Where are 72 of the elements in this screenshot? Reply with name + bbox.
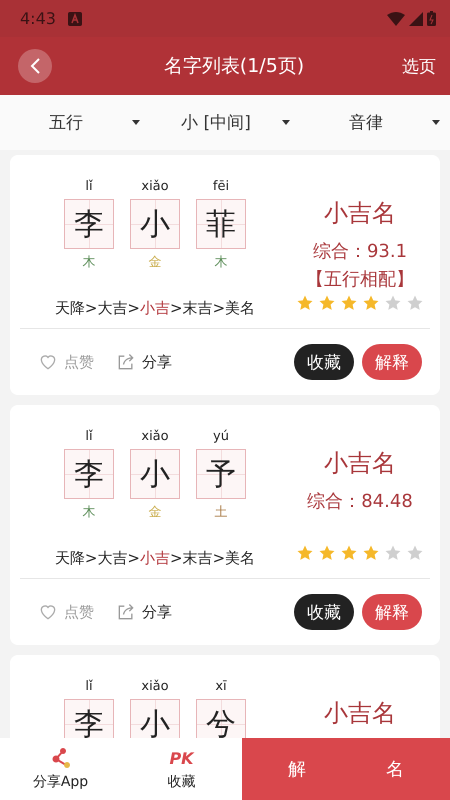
collect-button[interactable]: 收藏 (294, 594, 354, 630)
pinyin-label: yú (213, 429, 229, 446)
element-label: 木 (82, 254, 96, 271)
star-icon (318, 294, 336, 312)
wifi-icon (387, 12, 405, 26)
share-button[interactable]: 分享 (116, 602, 172, 622)
share-app-tab[interactable]: 分享App (0, 738, 121, 800)
grade-label: 小吉名 (324, 198, 396, 229)
star-icon (384, 294, 402, 312)
pinyin-label: lǐ (85, 429, 93, 446)
element-label: 土 (214, 504, 228, 521)
grade-label: 小吉名 (324, 448, 396, 479)
battery-icon (427, 11, 436, 26)
score-label: 综合：93.1 (312, 240, 408, 263)
explain-button[interactable]: 解释 (362, 344, 422, 380)
pinyin-label: lǐ (85, 179, 93, 196)
pinyin-label: xī (215, 679, 227, 696)
star-icon (406, 294, 424, 312)
character-box: 小 (130, 449, 180, 499)
character-box: 李 (64, 449, 114, 499)
notification-icon (68, 12, 82, 26)
bottom-action-button[interactable]: 解 名 (242, 738, 450, 800)
star-icon (362, 294, 380, 312)
rank-scale: 天降>大吉>小吉>末吉>美名 (54, 299, 256, 318)
select-page-button[interactable]: 选页 (402, 54, 436, 78)
explain-button[interactable]: 解释 (362, 594, 422, 630)
grade-label: 小吉名 (324, 698, 396, 729)
character-box: 菲 (196, 199, 246, 249)
pinyin-label: xiǎo (141, 679, 169, 696)
character-box: 李 (64, 699, 114, 738)
star-icon (384, 544, 402, 562)
collection-tab[interactable]: PK 收藏 (121, 738, 242, 800)
character-box: 小 (130, 699, 180, 738)
star-icon (406, 544, 424, 562)
star-icon (318, 544, 336, 562)
pinyin-label: lǐ (85, 679, 93, 696)
rank-scale: 天降>大吉>小吉>末吉>美名 (54, 549, 256, 568)
star-icon (296, 294, 314, 312)
filter-dropdown[interactable]: 小 [中间] (150, 95, 300, 150)
status-time: 4:43 (20, 9, 56, 28)
share-icon (116, 602, 136, 622)
element-label: 木 (82, 504, 96, 521)
star-icon (340, 294, 358, 312)
character-box: 兮 (196, 699, 246, 738)
back-button[interactable] (18, 49, 52, 83)
star-icon (362, 544, 380, 562)
note-label: 【五行相配】 (306, 268, 414, 291)
chevron-left-icon (29, 57, 41, 75)
caret-icon (282, 120, 290, 125)
character-box: 李 (64, 199, 114, 249)
star-icon (340, 544, 358, 562)
character-box: 予 (196, 449, 246, 499)
pinyin-label: fēi (212, 179, 230, 196)
signal-icon (409, 12, 423, 26)
element-label: 木 (214, 254, 228, 271)
character-box: 小 (130, 199, 180, 249)
element-label: 金 (148, 254, 162, 271)
filter-dropdown[interactable]: 五行 (0, 95, 150, 150)
share-icon (50, 747, 72, 769)
pinyin-label: xiǎo (141, 179, 169, 196)
score-label: 综合：84.48 (307, 490, 413, 513)
page-title: 名字列表(1/5页) (162, 54, 306, 79)
share-button[interactable]: 分享 (116, 352, 172, 372)
pinyin-label: xiǎo (141, 429, 169, 446)
element-label: 金 (148, 504, 162, 521)
share-icon (116, 352, 136, 372)
filter-dropdown[interactable]: 音律 (300, 95, 450, 150)
star-icon (296, 544, 314, 562)
caret-icon (132, 120, 140, 125)
caret-icon (432, 120, 440, 125)
collect-button[interactable]: 收藏 (294, 344, 354, 380)
pk-label: PK (169, 748, 194, 768)
